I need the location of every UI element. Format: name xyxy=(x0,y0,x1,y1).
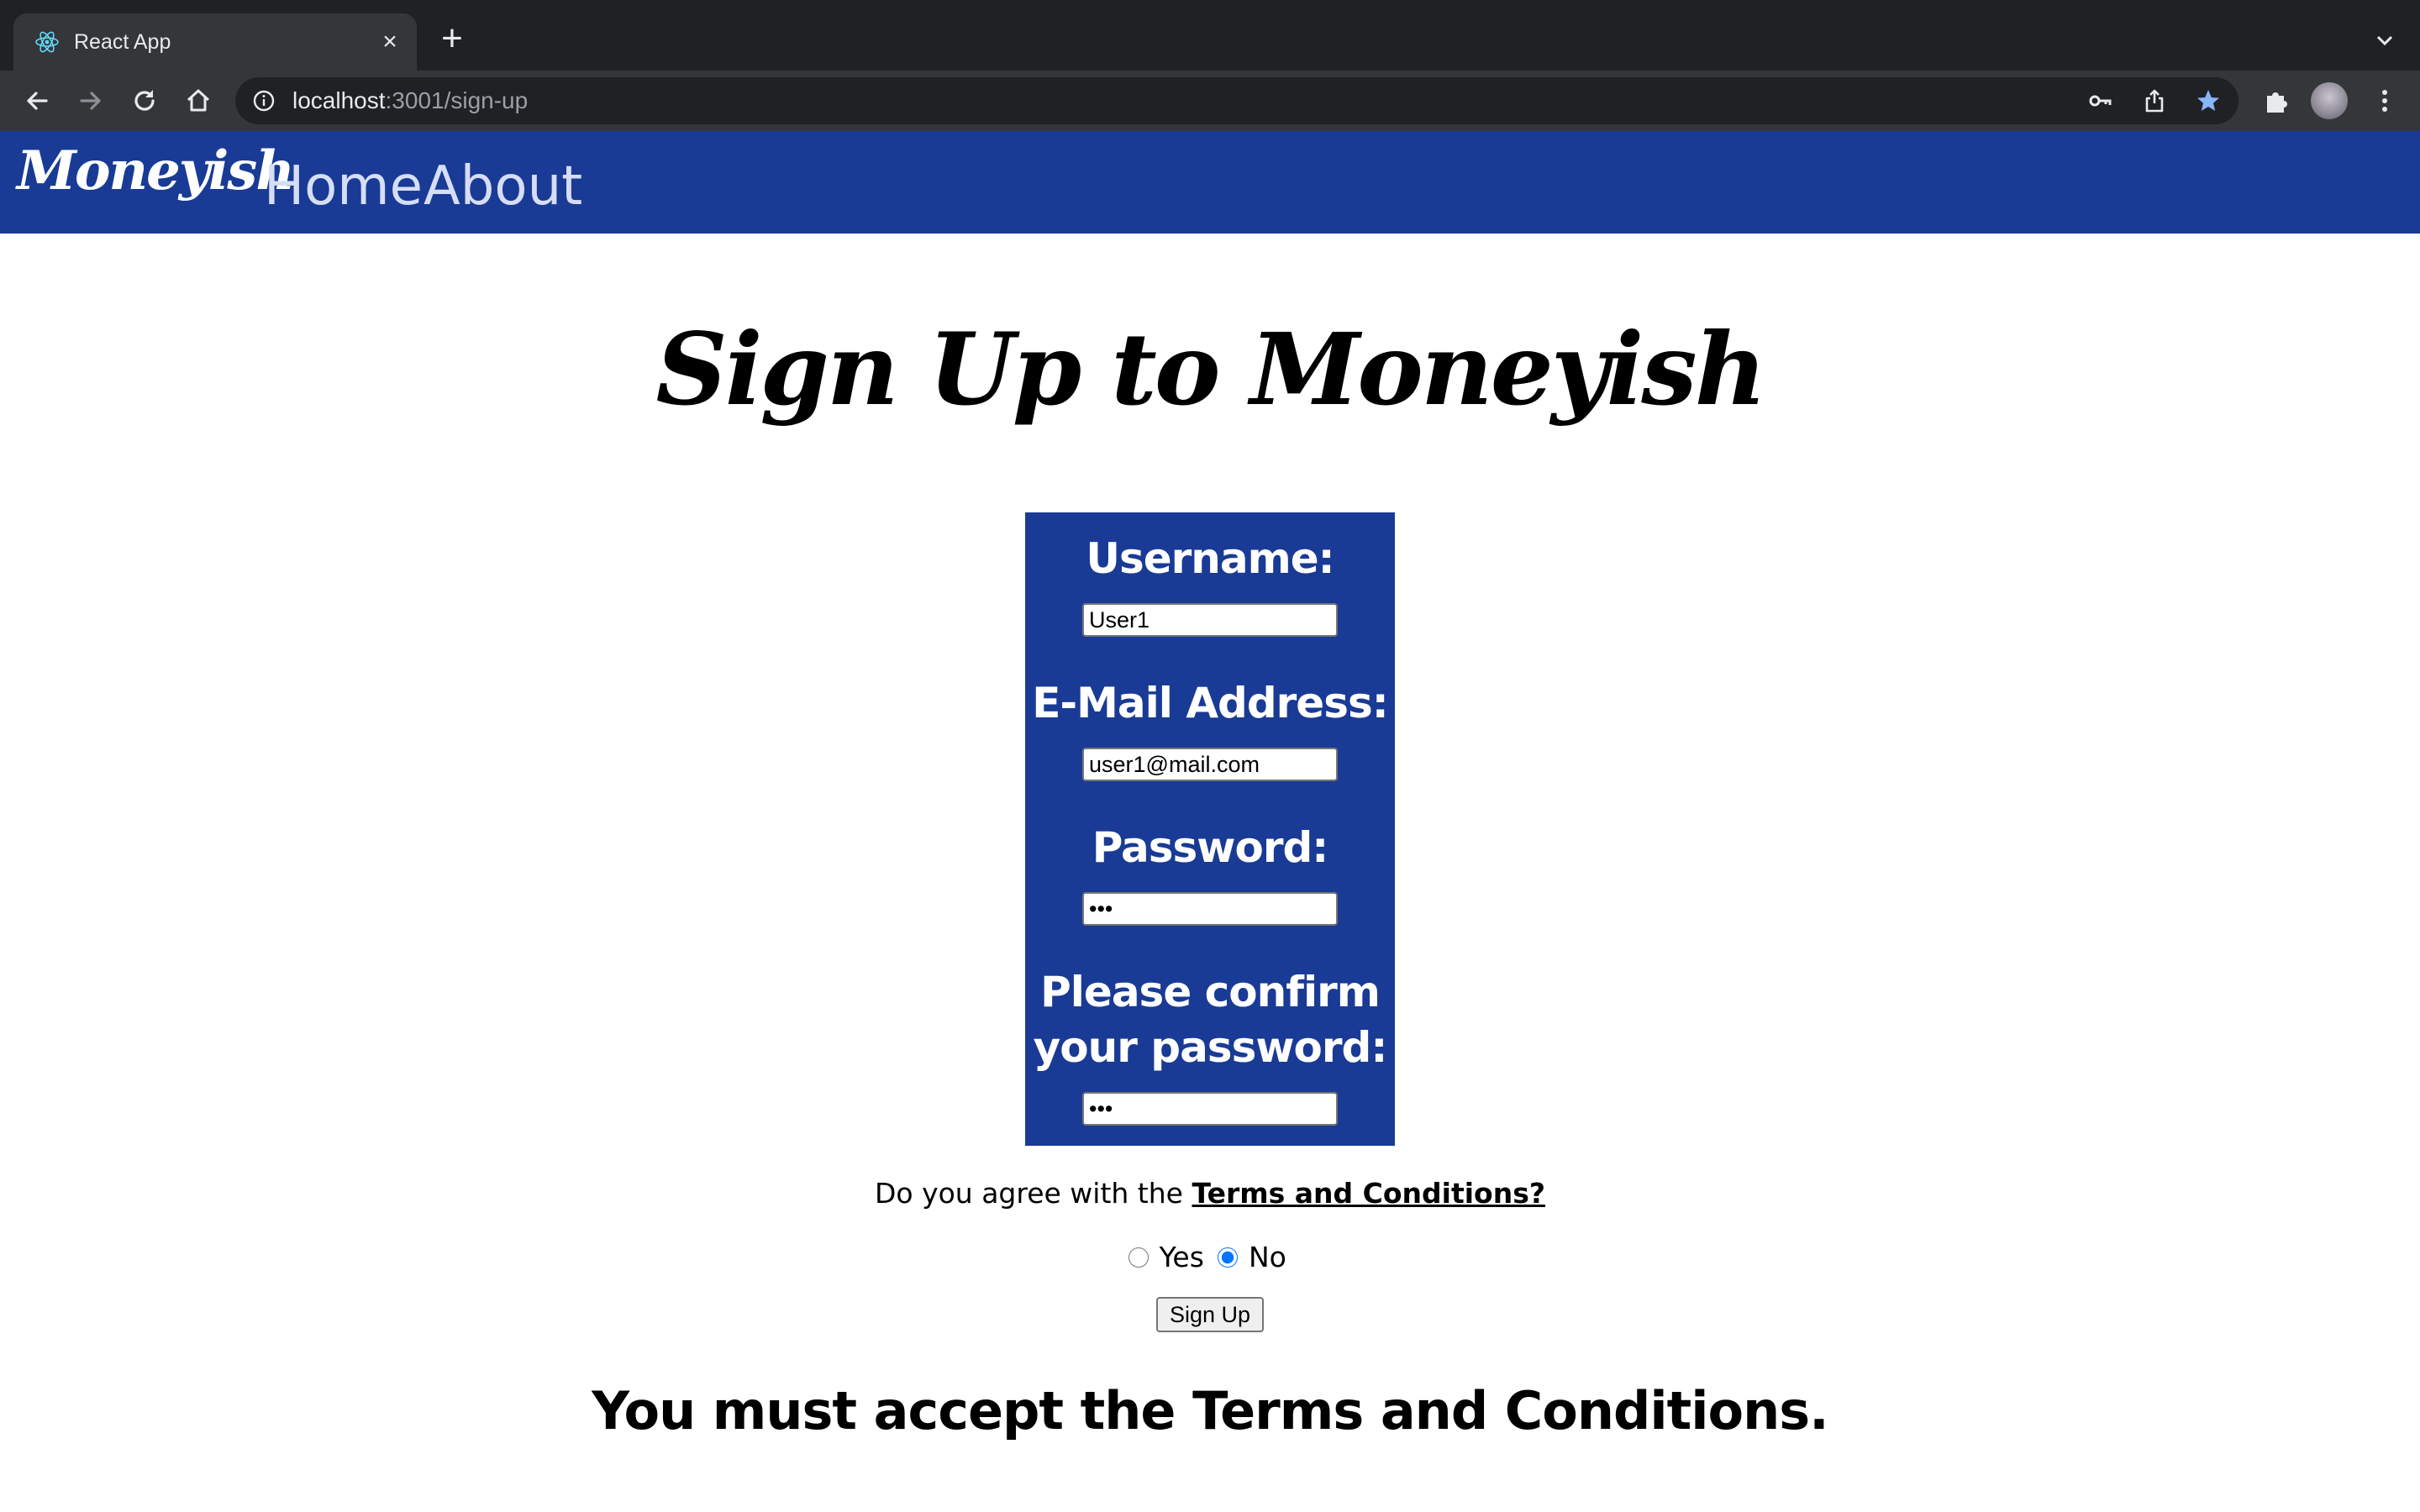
key-icon[interactable] xyxy=(2087,87,2114,114)
terms-no-label: No xyxy=(1248,1240,1286,1273)
browser-tabstrip: React App × + xyxy=(0,0,2420,71)
page-title: Sign Up to Moneyish xyxy=(655,311,1766,428)
address-bar[interactable]: localhost:3001/sign-up xyxy=(235,77,2238,124)
terms-no-radio[interactable] xyxy=(1218,1247,1239,1268)
nav-link-about[interactable]: About xyxy=(424,156,582,217)
profile-avatar[interactable] xyxy=(2311,82,2348,119)
bookmark-star-icon[interactable] xyxy=(2195,87,2222,114)
back-arrow-icon[interactable] xyxy=(20,84,54,118)
reload-icon[interactable] xyxy=(128,84,161,118)
url-path: :3001/sign-up xyxy=(385,87,529,113)
confirm-password-label-line2: your password: xyxy=(1033,1023,1388,1072)
react-logo-icon xyxy=(35,31,59,53)
email-label: E-Mail Address: xyxy=(1032,679,1388,727)
email-input[interactable] xyxy=(1082,748,1338,781)
terms-radio-group: Yes No xyxy=(0,1235,2420,1278)
url-text: localhost:3001/sign-up xyxy=(292,87,528,114)
username-label: Username: xyxy=(1086,534,1334,583)
forward-arrow-icon[interactable] xyxy=(74,84,108,118)
moneyish-logo[interactable]: Moneyish xyxy=(17,139,295,202)
password-label: Password: xyxy=(1092,823,1329,872)
terms-question-text: Do you agree with the xyxy=(874,1177,1192,1210)
confirm-password-label-line1: Please confirm xyxy=(1040,968,1381,1016)
browser-toolbar: localhost:3001/sign-up xyxy=(0,71,2420,131)
url-host: localhost xyxy=(292,87,386,113)
menu-kebab-icon[interactable] xyxy=(2368,84,2402,118)
chevron-down-icon[interactable] xyxy=(2370,25,2400,55)
username-input[interactable] xyxy=(1082,603,1338,637)
browser-tab-active[interactable]: React App × xyxy=(13,13,417,71)
terms-error-message: You must accept the Terms and Conditions… xyxy=(592,1380,1828,1441)
sign-up-button[interactable]: Sign Up xyxy=(1156,1297,1264,1332)
share-icon[interactable] xyxy=(2141,87,2168,114)
info-icon[interactable] xyxy=(252,89,276,113)
terms-yes-label: Yes xyxy=(1159,1240,1204,1273)
confirm-password-input[interactable] xyxy=(1082,1092,1338,1126)
tab-close-icon[interactable]: × xyxy=(375,27,405,57)
terms-question: Do you agree with the Terms and Conditio… xyxy=(0,1173,2420,1215)
password-input[interactable] xyxy=(1082,892,1338,926)
home-icon[interactable] xyxy=(182,84,215,118)
terms-yes-radio[interactable] xyxy=(1128,1247,1150,1268)
terms-link[interactable]: Terms and Conditions? xyxy=(1192,1177,1545,1210)
app-navbar: Moneyish Home About xyxy=(0,131,2420,234)
tab-title: React App xyxy=(74,30,171,54)
signup-form: Username: E-Mail Address: Password: Plea… xyxy=(1025,512,1395,1146)
new-tab-button[interactable]: + xyxy=(435,20,469,57)
extensions-puzzle-icon[interactable] xyxy=(2259,84,2292,118)
nav-link-home[interactable]: Home xyxy=(264,156,423,217)
